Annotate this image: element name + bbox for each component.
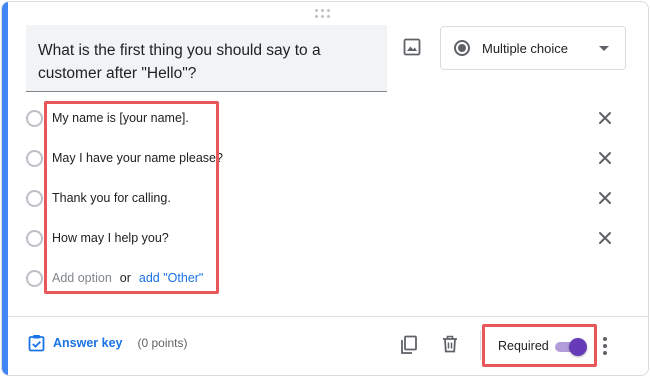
answer-key-icon	[28, 335, 45, 352]
question-title-field[interactable]: What is the first thing you should say t…	[26, 25, 387, 92]
close-icon[interactable]	[597, 110, 613, 126]
points-label: (0 points)	[137, 336, 188, 350]
question-type-label: Multiple choice	[482, 40, 568, 56]
option-radio-icon	[26, 269, 43, 287]
trash-icon[interactable]	[442, 335, 458, 353]
question-card: What is the first thing you should say t…	[1, 1, 649, 376]
more-options-icon[interactable]	[603, 337, 607, 355]
close-icon[interactable]	[597, 230, 613, 246]
close-icon[interactable]	[597, 150, 613, 166]
duplicate-icon[interactable]	[400, 335, 418, 355]
option-radio-icon	[26, 109, 43, 127]
radio-button-icon	[454, 40, 470, 56]
add-image-icon[interactable]	[403, 38, 421, 56]
active-card-accent	[2, 2, 8, 375]
question-type-dropdown[interactable]: Multiple choice	[440, 26, 626, 70]
question-title: What is the first thing you should say t…	[38, 42, 321, 82]
dropdown-arrow-icon	[599, 46, 609, 51]
option-radio-icon	[26, 149, 43, 167]
close-icon[interactable]	[597, 190, 613, 206]
required-highlight-box	[482, 324, 597, 367]
answer-key-label: Answer key	[53, 336, 123, 350]
option-radio-icon	[26, 189, 43, 207]
option-radio-icon	[26, 229, 43, 247]
footer-vertical-divider	[480, 330, 481, 360]
options-highlight-box	[44, 101, 219, 294]
footer-divider	[8, 316, 648, 317]
drag-handle-icon[interactable]	[315, 9, 335, 21]
answer-key-button[interactable]: Answer key (0 points)	[28, 334, 188, 352]
